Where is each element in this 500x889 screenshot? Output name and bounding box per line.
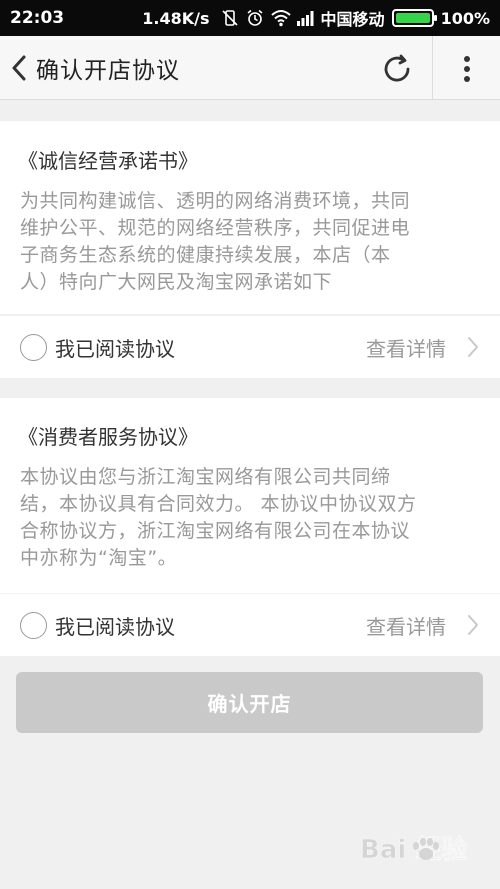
view-details-link[interactable]: 查看详情 xyxy=(366,333,446,362)
summary-line: 维护公平、规范的网络经营秩序，共同促进电 xyxy=(20,217,411,239)
chevron-left-icon xyxy=(12,55,26,80)
baidu-jingyan-watermark: Bai 经验 xyxy=(360,828,490,868)
agreement-summary: 本协议由您与浙江淘宝网络有限公司共同缔 结，本协议具有合同效力。 本协议中协议双… xyxy=(20,464,482,572)
vibrate-off-icon xyxy=(221,9,239,27)
status-bar: 22:03 1.48K/s 中国移动 100% xyxy=(0,0,500,36)
read-agreement-label[interactable]: 我已阅读协议 xyxy=(55,333,175,362)
wifi-icon xyxy=(270,9,291,27)
chevron-right-icon[interactable] xyxy=(458,332,488,362)
more-menu-button[interactable] xyxy=(446,48,488,90)
read-agreement-radio[interactable] xyxy=(20,611,47,639)
summary-line: 人）特向广大网民及淘宝网承诺如下 xyxy=(20,271,333,293)
agreement-read-row: 我已阅读协议 查看详情 xyxy=(0,316,500,378)
battery-percent: 100% xyxy=(440,8,490,28)
agreement-read-row: 我已阅读协议 查看详情 xyxy=(0,594,500,656)
agreement-summary: 为共同构建诚信、透明的网络消费环境，共同 维护公平、规范的网络经营秩序，共同促进… xyxy=(20,188,482,296)
battery-icon xyxy=(391,9,437,27)
view-details-link[interactable]: 查看详情 xyxy=(366,611,446,640)
agreement-title: 《消费者服务协议》 xyxy=(18,425,198,449)
svg-text:Bai 经验: Bai 经验 xyxy=(360,834,467,865)
agreement-title: 《诚信经营承诺书》 xyxy=(18,149,198,173)
confirm-open-store-button[interactable]: 确认开店 xyxy=(16,672,483,733)
alarm-icon xyxy=(246,9,264,27)
summary-line: 结，本协议具有合同效力。 本协议中协议双方 xyxy=(20,493,417,515)
read-agreement-label[interactable]: 我已阅读协议 xyxy=(55,611,175,640)
summary-line: 中亦称为“淘宝”。 xyxy=(20,547,178,569)
refresh-icon xyxy=(384,54,410,82)
read-agreement-radio[interactable] xyxy=(20,333,47,361)
chevron-right-icon[interactable] xyxy=(458,610,488,640)
carrier-name: 中国移动 xyxy=(320,10,385,29)
summary-line: 子商务生态系统的健康持续发展，本店（本 xyxy=(20,244,391,266)
more-vertical-icon xyxy=(464,56,470,82)
header-divider xyxy=(432,36,433,100)
summary-line: 本协议由您与浙江淘宝网络有限公司共同缔 xyxy=(20,466,391,488)
title-bar: 确认开店协议 xyxy=(0,36,500,100)
agreement-card: 《消费者服务协议》 本协议由您与浙江淘宝网络有限公司共同缔 结，本协议具有合同效… xyxy=(0,398,500,593)
network-speed: 1.48K/s xyxy=(142,8,210,28)
back-button[interactable] xyxy=(2,36,36,100)
signal-icon xyxy=(296,9,314,27)
summary-line: 为共同构建诚信、透明的网络消费环境，共同 xyxy=(20,190,411,212)
status-time: 22:03 xyxy=(10,8,65,28)
page-title: 确认开店协议 xyxy=(36,57,180,84)
agreement-card: 《诚信经营承诺书》 为共同构建诚信、透明的网络消费环境，共同 维护公平、规范的网… xyxy=(0,121,500,314)
refresh-button[interactable] xyxy=(376,48,418,90)
summary-line: 合称协议方，浙江淘宝网络有限公司在本协议 xyxy=(20,520,411,542)
